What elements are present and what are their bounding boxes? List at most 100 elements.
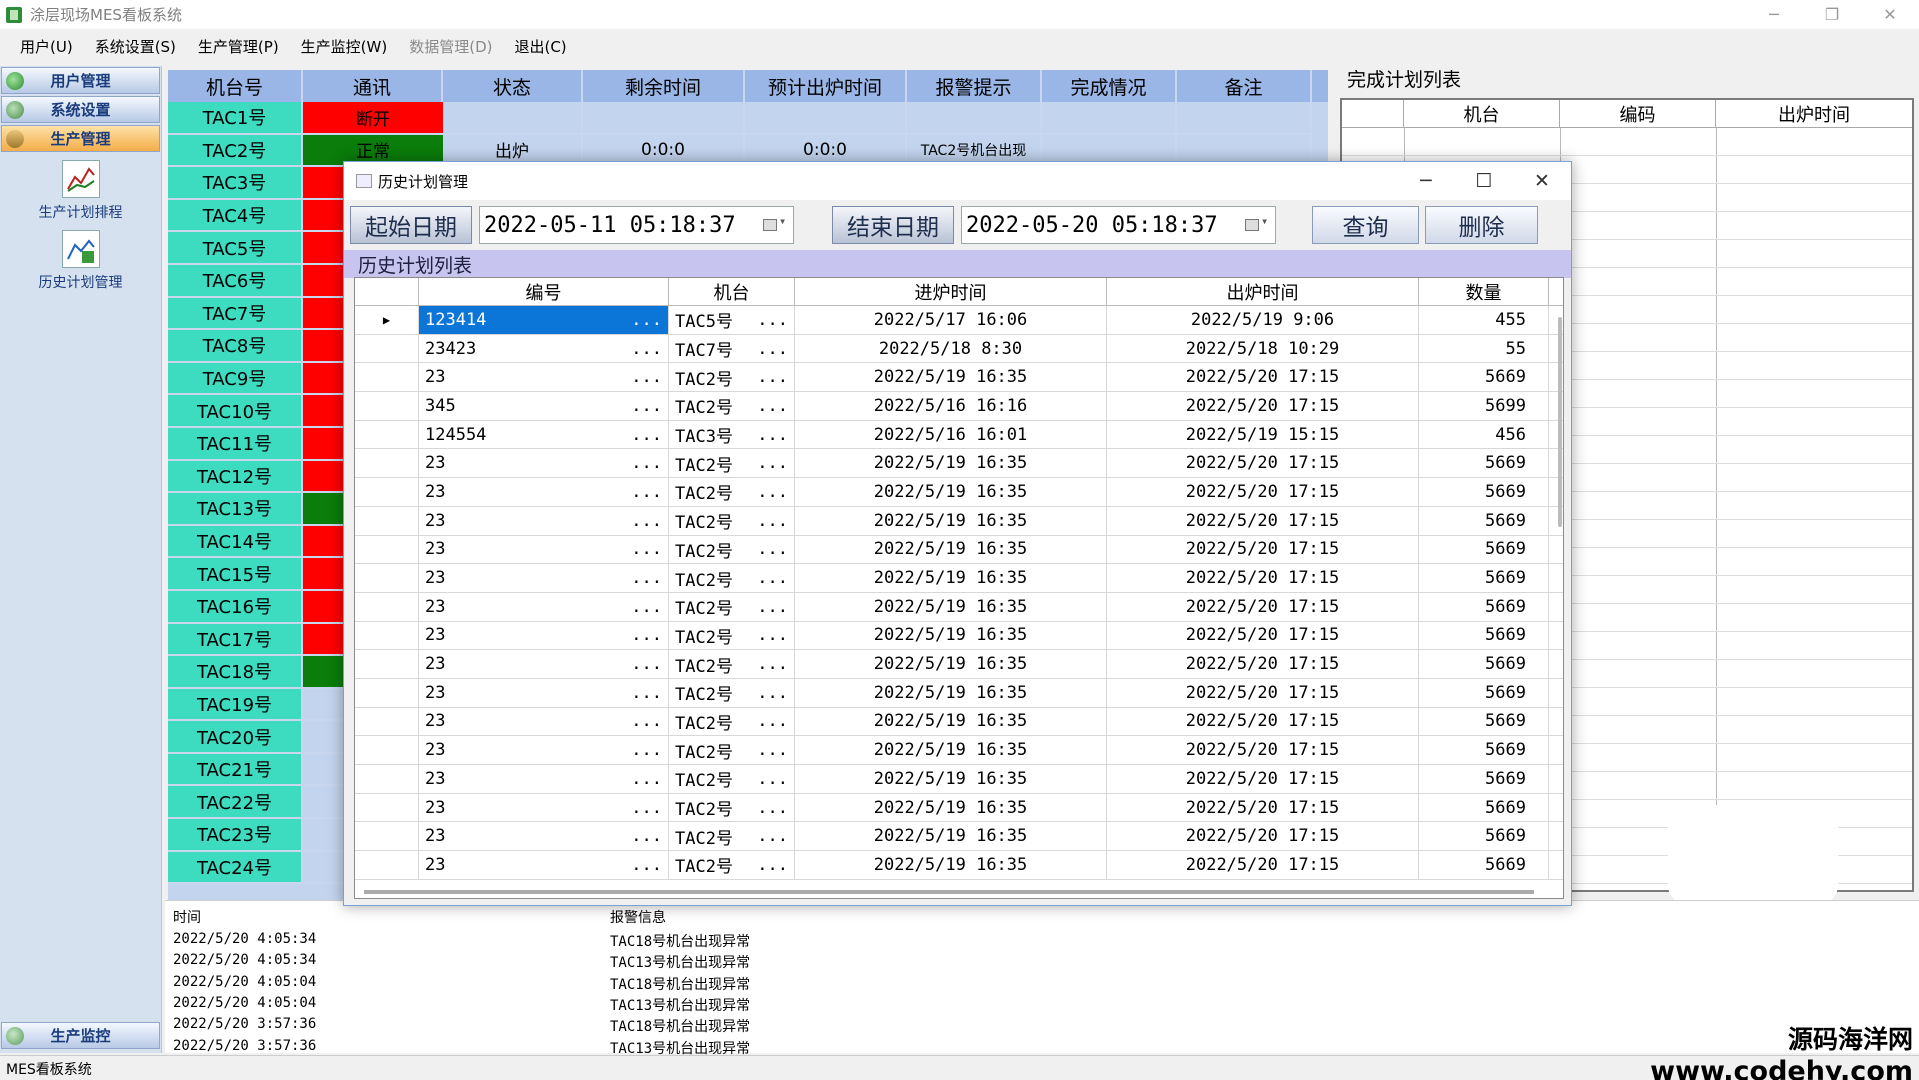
ellipsis-button[interactable]: ... xyxy=(757,367,788,387)
start-date-picker[interactable]: 2022-05-11 05:18:37 xyxy=(479,206,794,244)
sidebar-item-history-plan[interactable]: 历史计划管理 xyxy=(0,230,161,292)
end-date-picker[interactable]: 2022-05-20 05:18:37 xyxy=(961,206,1276,244)
cell-code[interactable]: 23... xyxy=(419,621,669,650)
cell-in[interactable]: 2022/5/19 16:35 xyxy=(795,736,1107,764)
cell-out[interactable]: 2022/5/19 15:15 xyxy=(1107,420,1419,449)
nav-system-settings[interactable]: 系统设置 xyxy=(1,96,160,123)
table-row[interactable]: 23... TAC2号... 2022/5/19 16:35 2022/5/20 17… xyxy=(355,650,1563,679)
cell-machine[interactable]: TAC7号... xyxy=(669,334,795,363)
ellipsis-button[interactable]: ... xyxy=(757,453,788,473)
delete-button[interactable]: 删除 xyxy=(1425,206,1538,244)
history-header-4[interactable]: 出炉时间 xyxy=(1107,278,1419,305)
table-row[interactable]: 23... TAC2号... 2022/5/19 16:35 2022/5/20 17… xyxy=(355,564,1563,593)
table-row[interactable]: 23... TAC2号... 2022/5/19 16:35 2022/5/20 17… xyxy=(355,851,1563,880)
cell-code[interactable]: 23... xyxy=(419,478,669,506)
table-row[interactable]: 23... TAC2号... 2022/5/19 16:35 2022/5/20 17… xyxy=(355,736,1563,765)
cell-out[interactable]: 2022/5/20 17:15 xyxy=(1107,363,1419,392)
cell-code[interactable]: 23... xyxy=(419,592,669,621)
cell-out[interactable]: 2022/5/19 9:06 xyxy=(1107,306,1419,334)
row-header[interactable] xyxy=(355,765,419,793)
ellipsis-button[interactable]: ... xyxy=(757,798,788,818)
menu-item-4[interactable]: 数据管理(D) xyxy=(409,36,492,57)
menu-item-3[interactable]: 生产监控(W) xyxy=(301,36,388,57)
cell-in[interactable]: 2022/5/19 16:35 xyxy=(795,851,1107,879)
ellipsis-button[interactable]: ... xyxy=(631,453,662,473)
cell-machine[interactable]: TAC2号... xyxy=(669,535,795,564)
menu-item-5[interactable]: 退出(C) xyxy=(514,36,566,57)
cell-out[interactable]: 2022/5/20 17:15 xyxy=(1107,707,1419,736)
row-header[interactable] xyxy=(355,535,419,564)
cell-out[interactable]: 2022/5/20 17:15 xyxy=(1107,449,1419,478)
table-row[interactable]: 23... TAC2号... 2022/5/19 16:35 2022/5/20 17… xyxy=(355,621,1563,651)
cell-code[interactable]: 23... xyxy=(419,765,669,793)
cell-code[interactable]: 23... xyxy=(419,650,669,678)
ellipsis-button[interactable]: ... xyxy=(631,367,662,387)
ellipsis-button[interactable]: ... xyxy=(631,482,662,502)
row-pointer-icon[interactable]: ▶ xyxy=(355,306,419,334)
cell-qty[interactable]: 5699 xyxy=(1419,392,1549,420)
ellipsis-button[interactable]: ... xyxy=(631,511,662,531)
table-row[interactable]: 23... TAC2号... 2022/5/19 16:35 2022/5/20 17… xyxy=(355,793,1563,823)
history-header-1[interactable]: 编号 xyxy=(419,278,669,305)
table-row[interactable]: 23... TAC2号... 2022/5/19 16:35 2022/5/20 17… xyxy=(355,822,1563,852)
table-row[interactable]: 23... TAC2号... 2022/5/19 16:35 2022/5/20 17… xyxy=(355,592,1563,622)
cell-out[interactable]: 2022/5/20 17:15 xyxy=(1107,592,1419,621)
ellipsis-button[interactable]: ... xyxy=(631,826,662,846)
cell-qty[interactable]: 5669 xyxy=(1419,707,1549,736)
table-row[interactable]: ▶ 123414... TAC5号... 2022/5/17 16:06 2022/5/… xyxy=(355,306,1563,335)
ellipsis-button[interactable]: ... xyxy=(757,568,788,588)
cell-in[interactable]: 2022/5/19 16:35 xyxy=(795,535,1107,564)
history-header-3[interactable]: 进炉时间 xyxy=(795,278,1107,305)
close-icon[interactable]: ✕ xyxy=(1513,162,1571,200)
ellipsis-button[interactable]: ... xyxy=(757,339,788,359)
ellipsis-button[interactable]: ... xyxy=(631,683,662,703)
ellipsis-button[interactable]: ... xyxy=(631,568,662,588)
cell-qty[interactable]: 5669 xyxy=(1419,678,1549,707)
cell-qty[interactable]: 5669 xyxy=(1419,478,1549,506)
cell-qty[interactable]: 5669 xyxy=(1419,851,1549,879)
table-row[interactable]: 23... TAC2号... 2022/5/19 16:35 2022/5/20 17… xyxy=(355,707,1563,737)
history-header-0[interactable] xyxy=(355,278,419,305)
cell-qty[interactable]: 5669 xyxy=(1419,793,1549,822)
row-header[interactable] xyxy=(355,793,419,822)
scroll-thumb[interactable] xyxy=(1558,317,1562,527)
cell-machine[interactable]: TAC2号... xyxy=(669,650,795,678)
cell-out[interactable]: 2022/5/20 17:15 xyxy=(1107,392,1419,420)
table-row[interactable]: 23423... TAC7号... 2022/5/18 8:30 2022/5/18 … xyxy=(355,334,1563,364)
minimize-icon[interactable]: ─ xyxy=(1745,0,1803,29)
cell-machine[interactable]: TAC2号... xyxy=(669,851,795,879)
ellipsis-button[interactable]: ... xyxy=(631,539,662,559)
row-header[interactable] xyxy=(355,650,419,678)
nav-production-monitor[interactable]: 生产监控 xyxy=(1,1022,160,1049)
cell-machine[interactable]: TAC2号... xyxy=(669,478,795,506)
menu-item-2[interactable]: 生产管理(P) xyxy=(198,36,279,57)
ellipsis-button[interactable]: ... xyxy=(757,482,788,502)
cell-in[interactable]: 2022/5/19 16:35 xyxy=(795,478,1107,506)
cell-in[interactable]: 2022/5/17 16:06 xyxy=(795,306,1107,334)
cell-machine[interactable]: TAC2号... xyxy=(669,822,795,851)
close-icon[interactable]: ✕ xyxy=(1861,0,1919,29)
cell-code[interactable]: 23... xyxy=(419,678,669,707)
nav-production-management[interactable]: 生产管理 xyxy=(1,125,160,152)
cell-qty[interactable]: 5669 xyxy=(1419,564,1549,592)
ellipsis-button[interactable]: ... xyxy=(757,711,788,731)
ellipsis-button[interactable]: ... xyxy=(757,654,788,674)
cell-code[interactable]: 23... xyxy=(419,822,669,851)
row-header[interactable] xyxy=(355,363,419,392)
cell-out[interactable]: 2022/5/20 17:15 xyxy=(1107,621,1419,650)
cell-in[interactable]: 2022/5/19 16:35 xyxy=(795,650,1107,678)
row-header[interactable] xyxy=(355,449,419,478)
ellipsis-button[interactable]: ... xyxy=(631,798,662,818)
cell-code[interactable]: 345... xyxy=(419,392,669,420)
ellipsis-button[interactable]: ... xyxy=(631,425,662,445)
row-header[interactable] xyxy=(355,334,419,363)
cell-qty[interactable]: 55 xyxy=(1419,334,1549,363)
cell-code[interactable]: 23... xyxy=(419,707,669,736)
cell-qty[interactable]: 5669 xyxy=(1419,650,1549,678)
ellipsis-button[interactable]: ... xyxy=(757,396,788,416)
ellipsis-button[interactable]: ... xyxy=(757,539,788,559)
table-row[interactable]: 23... TAC2号... 2022/5/19 16:35 2022/5/20 17… xyxy=(355,363,1563,393)
cell-machine[interactable]: TAC2号... xyxy=(669,678,795,707)
cell-out[interactable]: 2022/5/20 17:15 xyxy=(1107,793,1419,822)
ellipsis-button[interactable]: ... xyxy=(757,597,788,617)
